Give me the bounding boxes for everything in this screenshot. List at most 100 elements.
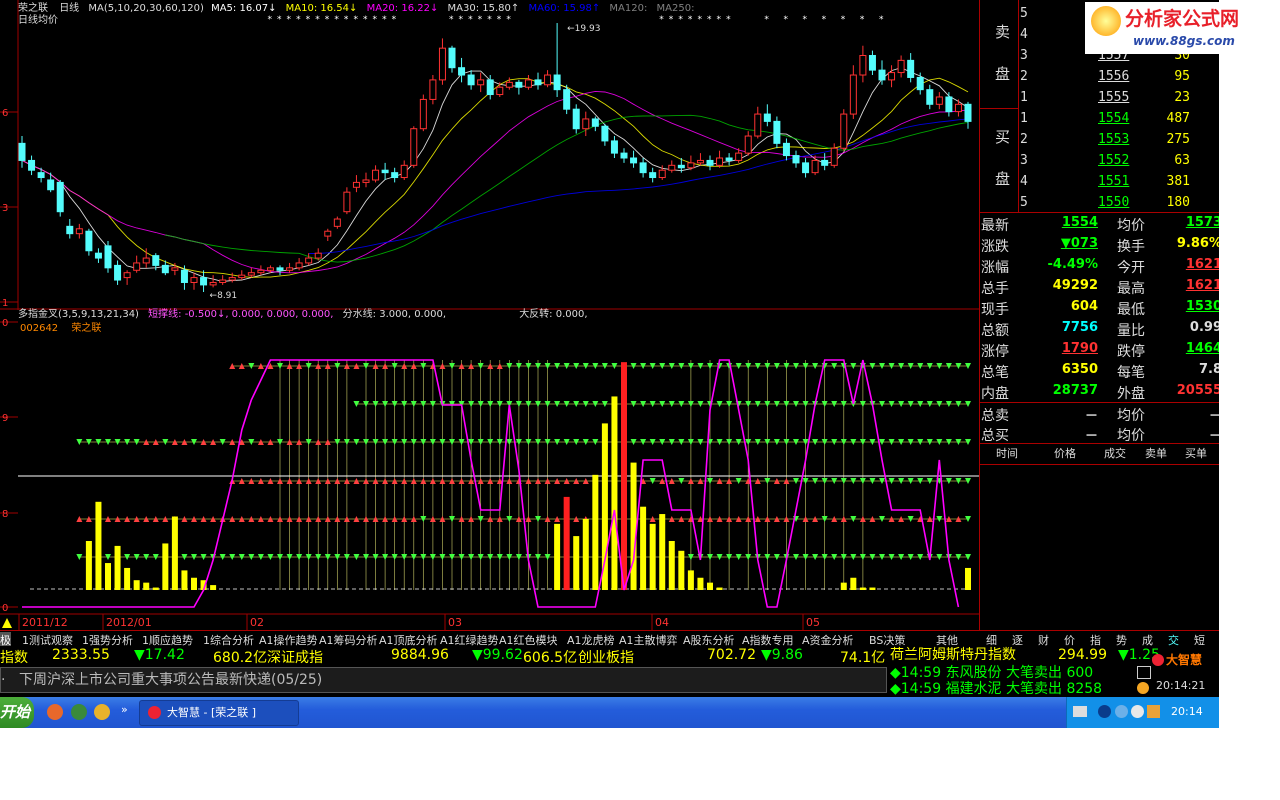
down-arrow-marker <box>735 363 742 369</box>
x-axis-label: 05 <box>806 616 820 629</box>
candle-body <box>381 169 389 174</box>
index2-name[interactable]: 深证成指 <box>267 647 323 667</box>
indicator-tabs: 极 1测试观察 1强势分析 1顺应趋势 1综合分析 A1操作趋势 A1筹码分析 A1顶底分析… <box>0 630 979 648</box>
index3-name[interactable]: 创业板指 <box>578 647 634 667</box>
taskbar-window-button[interactable]: 大智慧 - [荣之联 ] <box>139 700 299 726</box>
up-arrow-marker <box>649 516 656 522</box>
candle <box>534 72 542 90</box>
down-arrow-marker <box>621 554 627 560</box>
down-arrow-marker <box>535 363 541 369</box>
x-axis-label: 02 <box>250 616 264 629</box>
app-icon[interactable] <box>71 704 87 720</box>
quote-label-right: 最高 <box>1117 281 1145 297</box>
up-arrow-marker <box>372 516 379 522</box>
candle <box>372 165 380 183</box>
index1-name[interactable]: 指数 <box>0 647 28 667</box>
quick-launch-expand-icon[interactable]: » <box>121 704 128 716</box>
buy-order-row[interactable]: 5 1550 180 <box>980 192 1219 213</box>
firefox-icon[interactable] <box>47 704 63 720</box>
candle-body <box>916 76 924 91</box>
signal-star-marker: * <box>344 15 349 25</box>
down-arrow-marker <box>754 401 761 407</box>
down-arrow-marker <box>582 554 589 560</box>
candle-body <box>792 155 800 164</box>
news-text[interactable]: 下周沪深上市公司重大事项公告最新快递(05/25) <box>19 673 322 687</box>
up-arrow-marker <box>401 516 408 522</box>
sell-order-row[interactable]: 1 1555 23 <box>980 87 1219 108</box>
tray-back-icon[interactable] <box>1098 705 1111 718</box>
up-arrow-marker <box>945 516 952 522</box>
sell-volume: 23 <box>1174 90 1190 105</box>
settings-gear-icon[interactable] <box>1137 682 1149 694</box>
alert-toggle-icon[interactable] <box>1137 666 1151 679</box>
candle <box>37 167 45 183</box>
down-arrow-marker <box>458 439 465 445</box>
buy-level: 5 <box>1020 195 1028 210</box>
down-arrow-marker <box>391 401 398 407</box>
app-window: 6 3 1 * * * * * * * * * * * * * * * * * * * * * * * * * * * * * * * * * * * * ←… <box>0 0 1219 728</box>
down-arrow-marker <box>535 516 541 522</box>
news-bar[interactable]: · 下周沪深上市公司重大事项公告最新快递(05/25) <box>0 667 887 693</box>
alert-line-1[interactable]: ◆14:59 东风股份 大笔卖出 600 <box>890 665 1093 681</box>
down-arrow-marker <box>372 401 379 407</box>
candle-body <box>324 230 332 237</box>
network-icon[interactable] <box>1115 705 1128 718</box>
up-arrow-marker <box>668 516 675 522</box>
foreign-index-value: 294.99 <box>1058 647 1107 663</box>
ma5-value: MA5: 16.07↓ <box>211 3 277 14</box>
candle-body <box>735 152 743 161</box>
down-arrow-marker <box>248 363 255 369</box>
candle <box>286 262 294 273</box>
signal-star-marker: * <box>468 15 473 25</box>
indicator-bar <box>630 462 637 590</box>
indicator-bar <box>143 582 150 590</box>
candle <box>28 155 36 176</box>
up-arrow-marker <box>783 516 790 522</box>
candle <box>782 138 790 161</box>
sell-order-row[interactable]: 2 1556 95 <box>980 66 1219 87</box>
indicator-bar <box>859 587 866 590</box>
candle-body <box>171 267 179 271</box>
buy-order-row[interactable]: 1 1554 487 <box>980 108 1219 129</box>
security-icon[interactable] <box>1147 705 1160 718</box>
up-arrow-marker <box>640 516 647 522</box>
quick-launch-icon[interactable] <box>94 704 110 720</box>
up-arrow-marker <box>687 478 694 484</box>
buy-order-row[interactable]: 2 1553 275 <box>980 129 1219 150</box>
buy-order-row[interactable]: 3 1552 63 <box>980 150 1219 171</box>
indicator-bar <box>573 536 580 590</box>
keyboard-icon[interactable] <box>1073 706 1087 717</box>
up-arrow-marker <box>429 478 436 484</box>
down-arrow-marker <box>945 554 952 560</box>
up-arrow-marker <box>238 478 245 484</box>
alert-line-2[interactable]: ◆14:59 福建水泥 大笔卖出 8258 <box>890 681 1102 697</box>
y-axis-label: 3 <box>2 203 8 214</box>
start-label: 开始 <box>0 703 31 721</box>
down-arrow-marker <box>859 401 866 407</box>
up-arrow-marker <box>171 516 178 522</box>
down-arrow-marker <box>678 363 685 369</box>
candle-body <box>75 228 83 235</box>
down-arrow-marker <box>582 363 589 369</box>
down-arrow-marker <box>601 554 608 560</box>
up-arrow-marker <box>248 478 255 484</box>
low-label: ←8.91 <box>210 291 238 301</box>
news-marker: · <box>1 672 6 688</box>
candle <box>209 275 217 288</box>
candle <box>792 150 800 168</box>
foreign-index-name[interactable]: 荷兰阿姆斯特丹指数 <box>890 647 1016 663</box>
down-arrow-marker <box>219 554 226 560</box>
down-arrow-marker <box>735 401 742 407</box>
signal-star-marker: * <box>879 15 884 25</box>
down-arrow-marker <box>496 554 503 560</box>
start-button[interactable]: 开始 <box>0 697 34 728</box>
candle <box>716 150 724 168</box>
index2-change: ▼99.62 <box>472 647 523 663</box>
down-arrow-marker <box>133 439 140 445</box>
buy-order-row[interactable]: 4 1551 381 <box>980 171 1219 192</box>
candlestick-chart[interactable]: 6 3 1 * * * * * * * * * * * * * * * * * * * * * * * * * * * * * * * * * * * * ←… <box>0 0 979 310</box>
volume-icon[interactable] <box>1131 705 1144 718</box>
candle-body <box>649 172 657 179</box>
down-arrow-marker <box>573 363 580 369</box>
down-arrow-marker <box>429 439 436 445</box>
